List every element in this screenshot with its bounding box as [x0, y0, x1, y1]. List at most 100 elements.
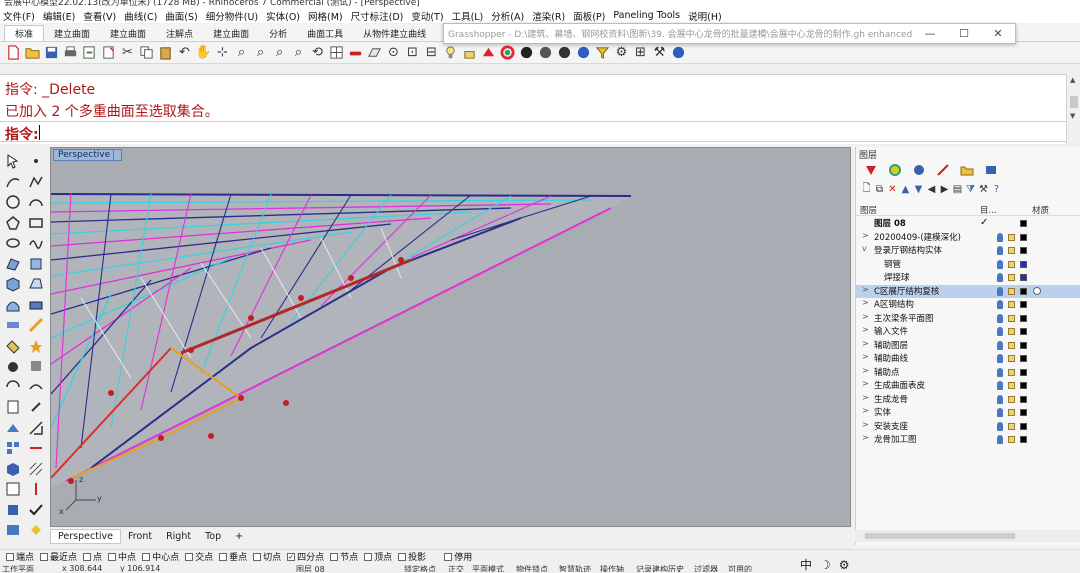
mirror-icon[interactable] [25, 418, 46, 439]
print-icon[interactable] [61, 43, 80, 62]
ime-settings-icon[interactable]: ⚙ [839, 558, 850, 572]
expand-chevron-icon[interactable]: > [862, 231, 869, 240]
command-scrollbar[interactable]: ▲ ▼ [1066, 74, 1080, 144]
status-cplane[interactable]: 工作平面 [2, 564, 34, 572]
layer-name[interactable]: 实体 [874, 406, 891, 418]
environment-tab-icon[interactable] [907, 162, 931, 178]
cplane-icon[interactable] [365, 43, 384, 62]
paste-icon[interactable] [156, 43, 175, 62]
move-up-icon[interactable]: ▲ [899, 183, 912, 196]
fillet-icon[interactable] [25, 315, 46, 336]
lock-icon[interactable] [1008, 328, 1015, 335]
join-icon[interactable] [2, 377, 23, 398]
extrude-icon[interactable] [25, 254, 46, 275]
osnap-checkbox[interactable] [142, 552, 151, 561]
menu-analyze[interactable]: 分析(A) [491, 9, 524, 23]
help-icon[interactable] [669, 43, 688, 62]
move-child-icon[interactable]: ▶ [938, 183, 951, 196]
copy-icon[interactable] [137, 43, 156, 62]
tab-cplanes[interactable]: 建立曲面 [44, 25, 100, 41]
control-points-icon[interactable] [25, 479, 46, 500]
osnap-item[interactable]: ✓ 四分点 [287, 550, 324, 563]
tab-front[interactable]: Front [121, 529, 159, 544]
osnap-item[interactable]: 顶点 [364, 550, 392, 563]
tab-surface-tools[interactable]: 曲面工具 [297, 25, 353, 41]
menu-tools[interactable]: 工具(L) [452, 9, 484, 23]
globe-icon[interactable] [574, 43, 593, 62]
four-viewports-icon[interactable] [327, 43, 346, 62]
layer-name[interactable]: 主次梁条平面图 [874, 312, 934, 324]
visibility-bulb-icon[interactable] [997, 327, 1003, 336]
properties-tab-icon[interactable] [859, 162, 883, 178]
visibility-bulb-icon[interactable] [997, 394, 1003, 404]
layer-color-swatch[interactable] [1020, 260, 1027, 268]
lock-icon[interactable] [1008, 368, 1015, 376]
layer-row[interactable]: > C区展厅结构复核 [856, 284, 1080, 298]
minimize-icon[interactable]: — [913, 27, 947, 40]
expand-chevron-icon[interactable]: > [862, 325, 869, 334]
export-icon[interactable] [99, 43, 118, 62]
expand-chevron-icon[interactable]: > [862, 433, 869, 442]
ime-lang[interactable]: 中 [800, 556, 812, 573]
layer-color-swatch[interactable] [1020, 355, 1027, 362]
cut-icon[interactable]: ✂ [118, 43, 137, 62]
close-icon[interactable]: ✕ [981, 27, 1015, 40]
visibility-bulb-icon[interactable] [997, 273, 1003, 282]
mesh-icon[interactable] [25, 295, 46, 316]
expand-chevron-icon[interactable]: > [862, 352, 869, 361]
layer-name[interactable]: 生成龙骨 [874, 393, 908, 405]
layer-color-swatch[interactable] [1020, 368, 1027, 376]
layer-row[interactable]: > 输入文件 [856, 325, 1080, 339]
scale-icon[interactable] [2, 418, 23, 439]
status-planar[interactable]: 平面模式 [472, 564, 504, 572]
import-icon[interactable] [80, 43, 99, 62]
menu-surface[interactable]: 曲面(S) [165, 9, 197, 23]
history-icon[interactable] [2, 500, 23, 521]
tab-standard[interactable]: 标准 [4, 25, 45, 41]
layer-name[interactable]: 生成曲面表皮 [874, 379, 925, 391]
layer-name[interactable]: 登录厅钢结构实体 [874, 244, 942, 256]
loft-icon[interactable] [25, 274, 46, 295]
material-swatch-icon[interactable] [1033, 286, 1041, 295]
lock-icon[interactable] [1008, 395, 1015, 403]
trim-icon[interactable] [2, 356, 23, 377]
layer-row[interactable]: > 安装支座 [856, 420, 1080, 434]
layer-color-swatch[interactable] [1020, 247, 1027, 254]
layer-color-swatch[interactable] [1020, 422, 1027, 430]
freeform-icon[interactable] [25, 233, 46, 254]
lock-icon[interactable] [1008, 287, 1015, 295]
tab-display[interactable]: 注解点 [156, 25, 203, 41]
layer-row[interactable]: 钢管 [856, 258, 1080, 272]
visibility-bulb-icon[interactable] [997, 246, 1003, 255]
lock-icon[interactable] [1008, 422, 1015, 430]
expand-chevron-icon[interactable]: > [862, 393, 869, 402]
layer-filter-icon[interactable]: ⧩ [964, 183, 977, 196]
status-gumball[interactable]: 操作轴 [600, 564, 624, 572]
gear-icon[interactable]: ⚙ [612, 43, 631, 62]
layer-name[interactable]: 安装支座 [874, 420, 908, 432]
osnap-item[interactable]: 切点 [253, 550, 281, 563]
arc-icon[interactable] [25, 192, 46, 213]
layer-color-swatch[interactable] [1020, 220, 1027, 227]
menu-panels[interactable]: 面板(P) [573, 9, 605, 23]
layer-color-swatch[interactable] [1020, 314, 1027, 322]
status-ortho[interactable]: 正交 [448, 564, 464, 572]
visibility-bulb-icon[interactable] [997, 286, 1003, 296]
layer-row[interactable]: v 登录厅钢结构实体 [856, 244, 1080, 258]
sweep-icon[interactable] [2, 295, 23, 316]
layer-row[interactable]: >20200409-(建模深化) [856, 231, 1080, 245]
layer-color-swatch[interactable] [1020, 382, 1027, 389]
status-filter[interactable]: 过滤器 [694, 564, 718, 572]
visibility-bulb-icon[interactable] [997, 408, 1003, 417]
layer-color-swatch[interactable] [1020, 233, 1027, 241]
osnap-checkbox[interactable] [398, 552, 407, 561]
osnap-checkbox[interactable] [6, 552, 14, 561]
osnap-checkbox[interactable] [108, 552, 117, 561]
layer-name[interactable]: 辅助点 [874, 366, 900, 378]
polygon-icon[interactable] [2, 213, 23, 234]
tab-top[interactable]: Top [198, 529, 228, 544]
tab-curve-from-object[interactable]: 从物件建立曲线 [353, 25, 436, 41]
expand-chevron-icon[interactable]: > [862, 298, 869, 307]
check-icon[interactable] [25, 500, 46, 521]
layer-color-swatch[interactable] [1020, 436, 1027, 443]
